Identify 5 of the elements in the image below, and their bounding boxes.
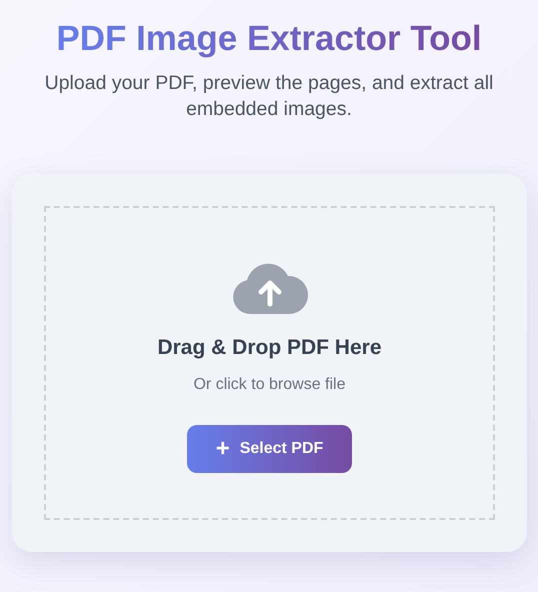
dropzone-heading: Drag & Drop PDF Here (157, 334, 382, 361)
dropzone-hint: Or click to browse file (193, 375, 346, 396)
page-subtitle: Upload your PDF, preview the pages, and extract all embedded images. (44, 71, 494, 122)
drop-zone[interactable]: Drag & Drop PDF Here Or click to browse file + Select PDF (44, 206, 495, 520)
select-pdf-button[interactable]: + Select PDF (187, 425, 352, 474)
